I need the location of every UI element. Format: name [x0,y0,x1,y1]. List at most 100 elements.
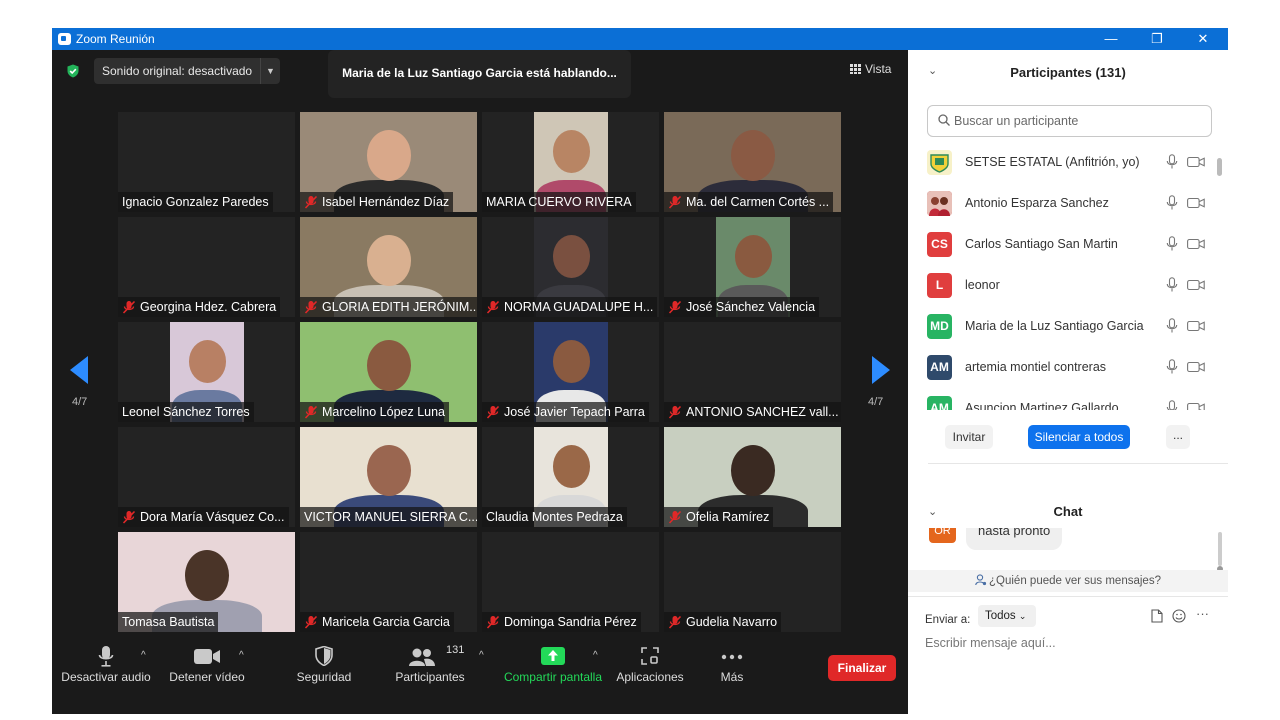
participant-video-tile[interactable]: ANTONIO SANCHEZ vall... [664,322,841,422]
participant-name: Marcelino López Luna [322,405,445,419]
participant-video-tile[interactable]: Maricela Garcia Garcia [300,532,477,632]
who-can-see-label: ¿Quién puede ver sus mensajes? [989,575,1161,587]
apps-icon [641,647,659,665]
chat-message-input[interactable] [925,633,1215,653]
participant-video-tile[interactable]: Isabel Hernández Díaz [300,112,477,212]
security-button[interactable]: Seguridad [288,640,360,714]
end-meeting-button[interactable]: Finalizar [828,655,896,681]
audio-options-chevron-icon[interactable]: ^ [141,650,146,661]
participant-list-item[interactable]: AM Asuncion Martinez Gallardo [908,388,1220,410]
participant-video-tile[interactable]: Dominga Sandria Pérez [482,532,659,632]
stop-video-button[interactable]: Detener vídeo [164,640,250,714]
participant-video-tile[interactable]: Gudelia Navarro [664,532,841,632]
participants-more-button[interactable]: ... [1166,425,1190,449]
video-camera-icon[interactable] [1187,361,1205,373]
participant-list-item[interactable]: MD Maria de la Luz Santiago Garcia [908,306,1220,347]
divider [260,58,261,84]
participant-name-label: Tomasa Bautista [118,612,219,632]
view-button[interactable]: Vista [850,62,891,76]
participant-video-tile[interactable]: Dora María Vásquez Co... [118,427,295,527]
invite-button[interactable]: Invitar [945,425,993,449]
participant-list-item[interactable]: SETSE ESTATAL (Anfitrión, yo) [908,142,1220,183]
participant-video-tile[interactable]: Ignacio Gonzalez Paredes [118,112,295,212]
video-options-chevron-icon[interactable]: ^ [239,650,244,661]
more-button[interactable]: Más [706,640,758,714]
meeting-area: Sonido original: desactivado ▼ Maria de … [52,50,908,714]
microphone-icon[interactable] [1166,154,1178,170]
share-options-chevron-icon[interactable]: ^ [593,650,598,661]
person-head [188,340,226,383]
security-label: Seguridad [296,670,352,684]
video-camera-icon[interactable] [1187,320,1205,332]
person-head [730,445,775,496]
encryption-shield-icon[interactable] [66,64,80,78]
participant-list-item[interactable]: AM artemia montiel contreras [908,347,1220,388]
participant-video-tile[interactable]: GLORIA EDITH JERÓNIM... [300,217,477,317]
microphone-icon[interactable] [1166,400,1178,410]
participant-video-tile[interactable]: Marcelino López Luna [300,322,477,422]
previous-page-arrow-icon[interactable] [70,356,88,384]
participant-video-tile[interactable]: Georgina Hdez. Cabrera [118,217,295,317]
video-camera-icon[interactable] [1187,402,1205,410]
chevron-down-icon[interactable]: ▼ [266,66,275,76]
original-sound-toggle[interactable]: Sonido original: desactivado ▼ [94,58,280,84]
participant-video-tile[interactable]: José Javier Tepach Parra [482,322,659,422]
participant-search[interactable] [927,105,1212,137]
search-input[interactable] [954,112,1204,130]
chat-more-icon[interactable]: ··· [1196,606,1209,621]
minimize-button[interactable]: — [1088,28,1134,50]
close-button[interactable]: ✕ [1180,28,1226,50]
participant-video-tile[interactable]: José Sánchez Valencia [664,217,841,317]
microphone-icon[interactable] [1166,277,1178,293]
file-icon[interactable] [1151,609,1163,623]
participant-video-tile[interactable]: Claudia Montes Pedraza [482,427,659,527]
participant-video-tile[interactable]: Ma. del Carmen Cortés ... [664,112,841,212]
microphone-icon[interactable] [1166,318,1178,334]
avatar: L [927,273,952,298]
participants-button[interactable]: 131 Participantes [388,640,472,714]
participant-video-tile[interactable]: VICTOR MANUEL SIERRA C... [300,427,477,527]
participant-list-item[interactable]: CS Carlos Santiago San Martin [908,224,1220,265]
share-screen-button[interactable]: Compartir pantalla [498,640,608,714]
avatar: MD [927,314,952,339]
restore-button[interactable]: ❐ [1134,28,1180,50]
send-to-select[interactable]: Todos ⌄ [978,605,1036,627]
participants-options-chevron-icon[interactable]: ^ [479,650,484,661]
video-grid: Ignacio Gonzalez Paredes Isabel Hernández… [118,112,842,632]
microphone-icon[interactable] [1166,195,1178,211]
avatar [927,191,952,216]
video-camera-icon[interactable] [1187,197,1205,209]
chat-scrollbar[interactable] [1218,532,1222,566]
participant-video-tile[interactable]: NORMA GUADALUPE H... [482,217,659,317]
mute-audio-button[interactable]: Desactivar audio [60,640,152,714]
muted-microphone-icon [668,405,682,419]
chat-messages: OR hasta pronto [908,528,1228,570]
participant-video-tile[interactable]: Leonel Sánchez Torres [118,322,295,422]
participant-list-item[interactable]: Lleonor [908,265,1220,306]
next-page-arrow-icon[interactable] [872,356,890,384]
who-can-see-messages-link[interactable]: ¿Quién puede ver sus mensajes? [908,570,1228,592]
participant-list: SETSE ESTATAL (Anfitrión, yo) Antonio Esp… [908,142,1220,410]
mute-all-button[interactable]: Silenciar a todos [1028,425,1130,449]
participant-video-tile[interactable]: Tomasa Bautista [118,532,295,632]
participant-name: Ma. del Carmen Cortés ... [686,195,830,209]
video-camera-icon[interactable] [1187,279,1205,291]
participant-video-tile[interactable]: MARIA CUERVO RIVERA [482,112,659,212]
person-head [552,445,590,488]
participant-name-label: Gudelia Navarro [664,612,782,632]
participant-name: VICTOR MANUEL SIERRA C... [304,510,477,524]
video-camera-icon[interactable] [1187,238,1205,250]
participant-list-item[interactable]: Antonio Esparza Sanchez [908,183,1220,224]
scrollbar-thumb[interactable] [1217,158,1222,176]
participants-title: Participantes (131) [1010,65,1126,80]
muted-microphone-icon [668,510,682,524]
microphone-icon[interactable] [1166,359,1178,375]
microphone-icon[interactable] [1166,236,1178,252]
participant-list-name: Antonio Esparza Sanchez [965,196,1109,210]
participant-name-label: ANTONIO SANCHEZ vall... [664,402,841,422]
participant-video-tile[interactable]: Ofelia Ramírez [664,427,841,527]
video-camera-icon[interactable] [1187,156,1205,168]
emoji-icon[interactable] [1172,609,1186,623]
participant-list-scrollbar[interactable] [1217,142,1222,404]
apps-button[interactable]: Aplicaciones [614,640,686,714]
